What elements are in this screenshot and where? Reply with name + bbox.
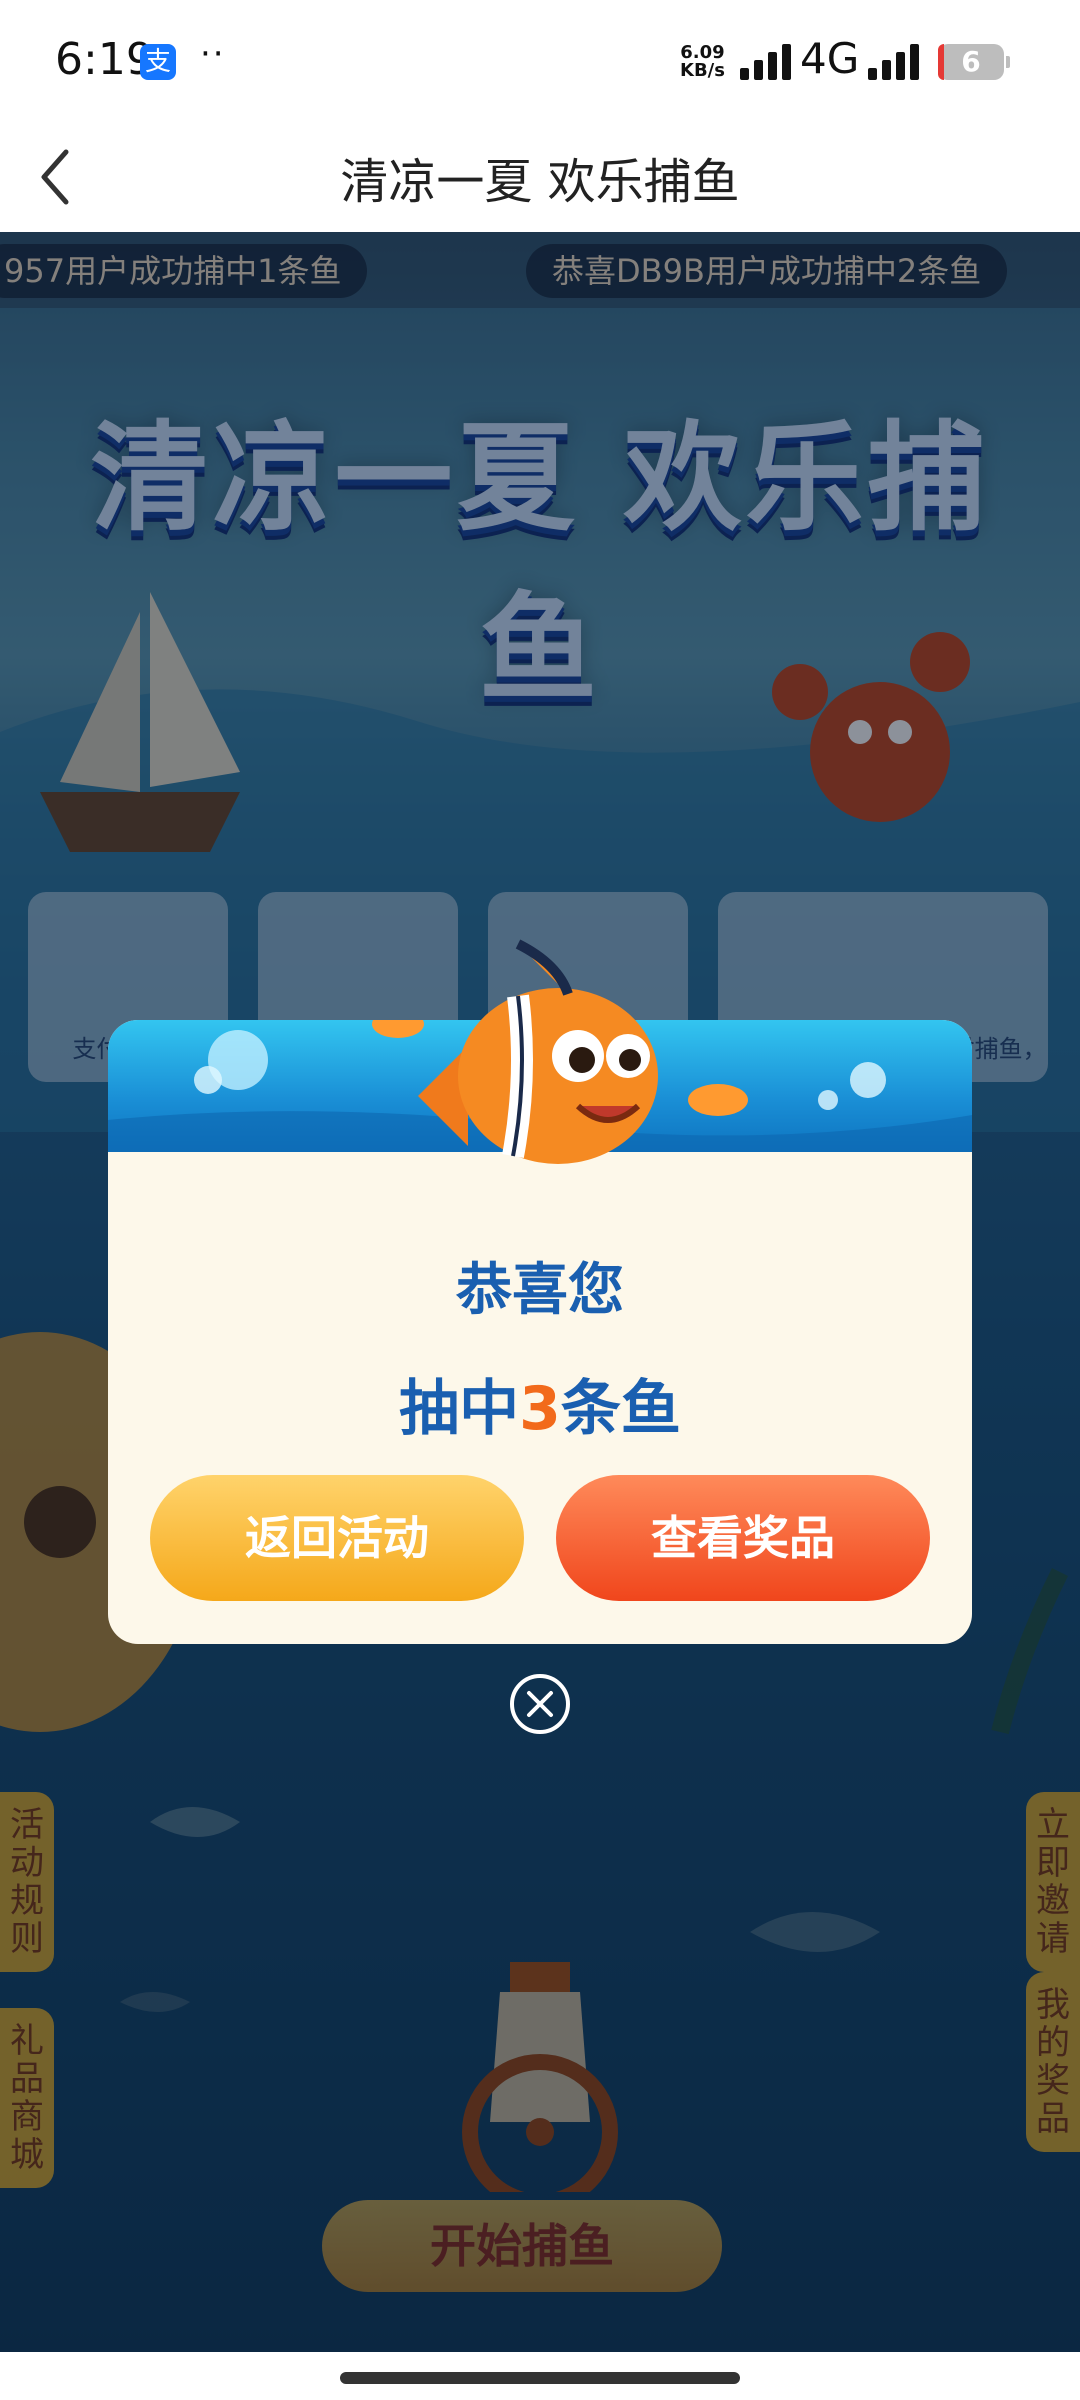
status-bar: 6:19 支 ·· 6.09 KB/s 4G 6 [0, 0, 1080, 120]
page-title: 清凉一夏 欢乐捕鱼 [340, 154, 740, 210]
home-indicator[interactable] [340, 2372, 740, 2384]
prize-result: 抽中3条鱼 [399, 1374, 681, 1444]
back-to-activity-button[interactable]: 返回活动 [150, 1475, 524, 1601]
status-time: 6:19 [55, 34, 154, 85]
network-speed: 6.09 KB/s [680, 42, 725, 81]
alipay-icon: 支 [140, 44, 176, 80]
close-icon[interactable] [508, 1672, 572, 1736]
prize-count: 3 [519, 1374, 561, 1444]
congrats-text: 恭喜您 [456, 1258, 624, 1323]
cell-signal-icon [868, 44, 926, 80]
view-prizes-button[interactable]: 查看奖品 [556, 1475, 930, 1601]
nav-bar: 清凉一夏 欢乐捕鱼 [0, 120, 1080, 232]
notification-dots: ·· [200, 34, 226, 74]
clownfish-illustration [418, 939, 658, 1164]
battery-icon: 6 [938, 44, 1010, 80]
wifi-signal-icon [740, 44, 798, 80]
network-type: 4G [800, 34, 860, 83]
